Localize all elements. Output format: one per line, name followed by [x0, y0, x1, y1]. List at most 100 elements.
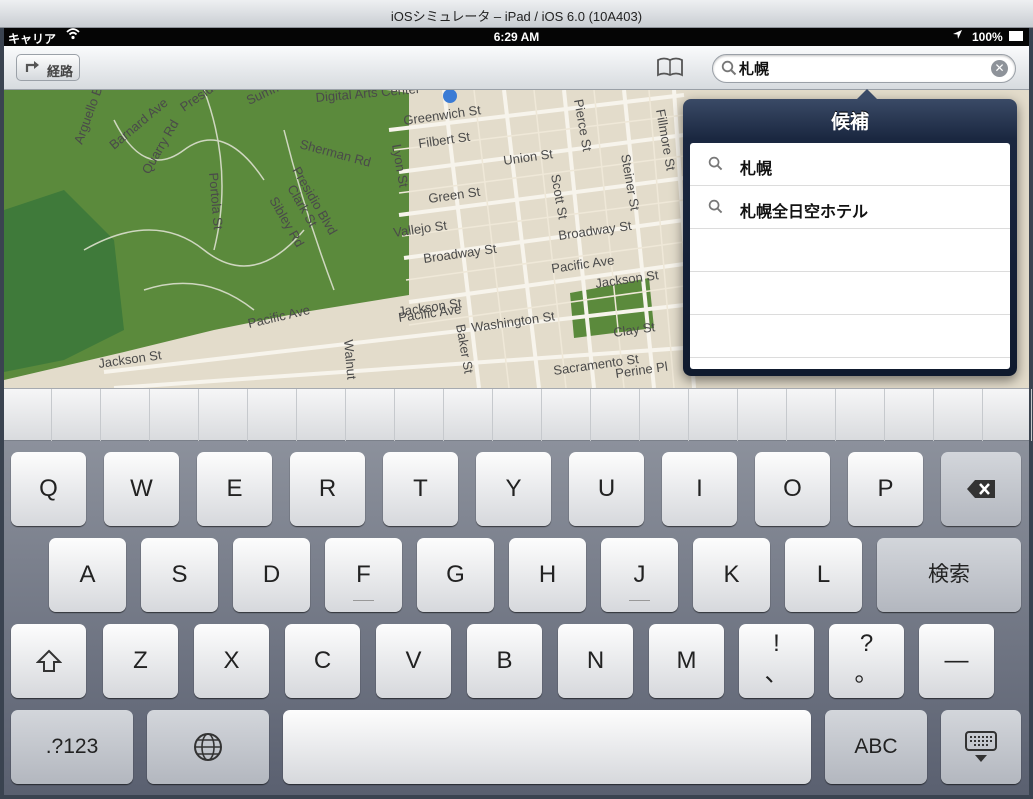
key-label: X — [223, 647, 240, 674]
key-l[interactable]: L — [785, 538, 862, 612]
search-key[interactable]: 検索 — [877, 538, 1021, 612]
key-label: N — [586, 647, 605, 674]
key-u[interactable]: U — [569, 452, 644, 526]
key-m[interactable]: M — [649, 624, 724, 698]
key-label: Q — [39, 475, 58, 502]
candidate-cell[interactable] — [249, 389, 297, 441]
suggestion-item[interactable]: 札幌 — [690, 143, 1010, 186]
numbers-key[interactable]: .?123 — [11, 710, 133, 784]
key-label: Z — [133, 647, 148, 674]
location-arrow-icon — [952, 29, 963, 43]
candidate-bar — [4, 388, 1032, 441]
key-c[interactable]: C — [285, 624, 360, 698]
key-h[interactable]: H — [509, 538, 586, 612]
hide-keyboard-icon — [965, 731, 997, 762]
key-z[interactable]: Z — [103, 624, 178, 698]
candidate-cell[interactable] — [984, 389, 1032, 441]
candidate-cell[interactable] — [53, 389, 101, 441]
exclamation-comma-key[interactable]: !、 — [739, 624, 814, 698]
key-label: D — [262, 561, 281, 588]
key-label: L — [816, 561, 831, 588]
window-title: iOSシミュレータ – iPad / iOS 6.0 (10A403) — [390, 9, 643, 24]
search-input[interactable] — [739, 59, 979, 78]
search-icon — [708, 199, 723, 219]
key-r[interactable]: R — [290, 452, 365, 526]
candidate-cell[interactable] — [102, 389, 150, 441]
candidate-cell[interactable] — [151, 389, 199, 441]
key-k[interactable]: K — [693, 538, 770, 612]
key-label: Y — [505, 475, 522, 502]
suggestion-item[interactable]: 札幌全日空ホテル — [690, 186, 1010, 229]
shift-key[interactable] — [11, 624, 86, 698]
key-j[interactable]: J — [601, 538, 678, 612]
key-label: R — [318, 475, 337, 502]
dash-key[interactable]: — — [919, 624, 994, 698]
bookmarks-icon[interactable] — [656, 56, 684, 78]
key-i[interactable]: I — [662, 452, 737, 526]
key-o[interactable]: O — [755, 452, 830, 526]
candidate-cell[interactable] — [739, 389, 787, 441]
search-field[interactable]: ✕ — [712, 54, 1016, 83]
candidate-cell[interactable] — [494, 389, 542, 441]
route-button-label: 経路 — [47, 64, 74, 79]
space-key[interactable] — [283, 710, 811, 784]
candidate-cell[interactable] — [298, 389, 346, 441]
key-w[interactable]: W — [104, 452, 179, 526]
suggestion-label: 札幌全日空ホテル — [740, 204, 869, 221]
abc-key[interactable]: ABC — [825, 710, 927, 784]
question-period-key[interactable]: ?。 — [829, 624, 904, 698]
status-time: 6:29 AM — [493, 30, 540, 44]
candidate-cell[interactable] — [543, 389, 591, 441]
key-a[interactable]: A — [49, 538, 126, 612]
suggestions-list: 札幌 札幌全日空ホテル — [690, 143, 1010, 369]
candidate-cell[interactable] — [347, 389, 395, 441]
candidate-cell[interactable] — [690, 389, 738, 441]
globe-key[interactable] — [147, 710, 269, 784]
hide-keyboard-key[interactable] — [941, 710, 1021, 784]
key-label: O — [783, 475, 802, 502]
suggestions-popover: 候補 札幌 札幌全日空ホテル — [683, 89, 1017, 376]
key-t[interactable]: T — [383, 452, 458, 526]
key-e[interactable]: E — [197, 452, 272, 526]
clear-search-icon[interactable]: ✕ — [991, 60, 1008, 77]
candidate-cell[interactable] — [935, 389, 983, 441]
battery-icon — [1009, 31, 1023, 41]
candidate-cell[interactable] — [788, 389, 836, 441]
key-label: V — [405, 647, 422, 674]
key-n[interactable]: N — [558, 624, 633, 698]
key-x[interactable]: X — [194, 624, 269, 698]
key-label: ? — [859, 630, 874, 657]
keyboard: Q W E R T Y U I O P A S D F G H J K L 検索 Z X C V B N M!、?。 — .?123 AB… — [4, 441, 1029, 795]
key-g[interactable]: G — [417, 538, 494, 612]
route-button[interactable]: 経路 — [16, 54, 80, 81]
search-icon — [708, 156, 723, 176]
home-row-marker — [629, 600, 650, 601]
key-label: B — [496, 647, 513, 674]
candidate-cell[interactable] — [445, 389, 493, 441]
delete-key[interactable] — [941, 452, 1021, 526]
key-label: ! — [773, 630, 780, 657]
popover-arrow — [857, 89, 877, 99]
battery-percent: 100% — [972, 30, 1003, 44]
key-label: M — [676, 647, 697, 674]
candidate-cell[interactable] — [4, 389, 52, 441]
key-label: 、 — [764, 660, 789, 687]
key-y[interactable]: Y — [476, 452, 551, 526]
key-label: S — [171, 561, 188, 588]
key-label: U — [597, 475, 616, 502]
candidate-cell[interactable] — [886, 389, 934, 441]
candidate-cell[interactable] — [396, 389, 444, 441]
candidate-cell[interactable] — [592, 389, 640, 441]
key-d[interactable]: D — [233, 538, 310, 612]
key-f[interactable]: F — [325, 538, 402, 612]
candidate-cell[interactable] — [837, 389, 885, 441]
suggestion-label: 札幌 — [740, 161, 773, 178]
key-s[interactable]: S — [141, 538, 218, 612]
key-b[interactable]: B — [467, 624, 542, 698]
suggestion-empty-row — [690, 229, 1010, 272]
key-q[interactable]: Q — [11, 452, 86, 526]
key-p[interactable]: P — [848, 452, 923, 526]
candidate-cell[interactable] — [200, 389, 248, 441]
candidate-cell[interactable] — [641, 389, 689, 441]
key-v[interactable]: V — [376, 624, 451, 698]
